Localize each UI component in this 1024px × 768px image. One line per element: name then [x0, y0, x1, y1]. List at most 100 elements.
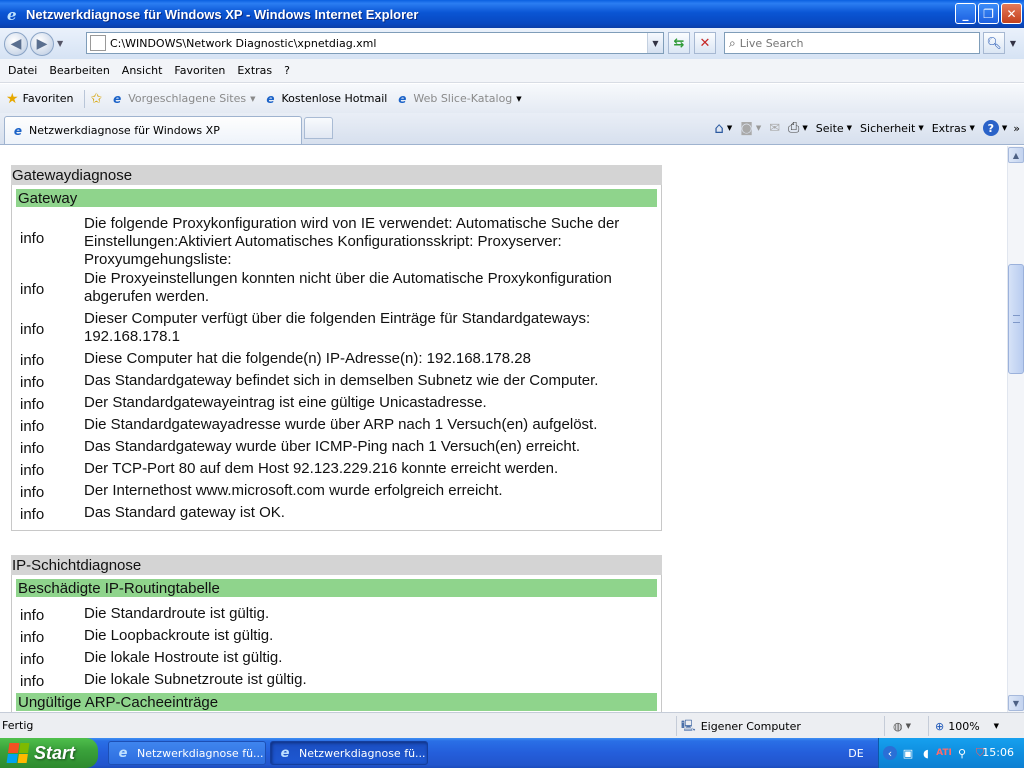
section-body: Gateway info Die folgende Proxykonfigura… [11, 185, 662, 531]
search-options-dropdown[interactable]: ▼ [1007, 32, 1019, 54]
menu-bar: Datei Bearbeiten Ansicht Favoriten Extra… [0, 59, 1024, 83]
row-message: Die Standardroute ist gültig. [84, 605, 270, 622]
menu-file[interactable]: Datei [0, 64, 43, 77]
address-dropdown-button[interactable]: ▼ [647, 33, 663, 53]
fav-link-web-slice[interactable]: e Web Slice-Katalog ▼ [391, 92, 525, 106]
page-icon [90, 35, 106, 51]
row-level: info [20, 396, 45, 413]
row-level: info [20, 629, 45, 646]
security-menu[interactable]: Sicherheit ▼ [860, 122, 924, 135]
home-button[interactable]: ⌂ ▼ [714, 119, 732, 137]
table-row: info Der Standardgatewayeintrag ist eine… [16, 394, 657, 416]
print-button[interactable]: ⎙ ▼ [788, 120, 808, 136]
search-button[interactable]: 🔍︎ [983, 32, 1005, 54]
help-icon: ? [982, 120, 999, 136]
menu-favorites[interactable]: Favoriten [168, 64, 231, 77]
row-level: info [20, 230, 45, 247]
row-level: info [20, 440, 45, 457]
fav-link-suggested-sites[interactable]: e Vorgeschlagene Sites ▼ [106, 92, 259, 106]
menu-edit[interactable]: Bearbeiten [43, 64, 115, 77]
row-message: Die lokale Subnetzroute ist gültig. [84, 671, 307, 688]
minimize-button[interactable]: _ [955, 3, 976, 24]
favorites-button[interactable]: ★ Favoriten [0, 91, 80, 107]
chevron-down-icon: ▼ [755, 124, 762, 132]
vertical-scrollbar[interactable]: ▲ ▼ [1007, 146, 1024, 712]
clock[interactable]: 15:06 [982, 746, 1014, 759]
read-mail-button[interactable]: ✉ [769, 121, 780, 136]
divider [83, 89, 85, 108]
window-title: Netzwerkdiagnose für Windows XP - Window… [26, 6, 419, 22]
star-icon: ★ [6, 90, 19, 107]
forward-button[interactable]: ▶ [30, 31, 54, 56]
chevron-down-icon: ▼ [516, 94, 522, 103]
start-button[interactable]: Start [0, 738, 98, 768]
close-button[interactable]: ✕ [1001, 3, 1022, 24]
row-level: info [20, 281, 45, 298]
more-commands-chevron[interactable]: » [1013, 122, 1020, 135]
row-level: info [20, 484, 45, 501]
refresh-icon: ⇆ [673, 35, 685, 51]
refresh-button[interactable]: ⇆ [668, 32, 690, 54]
row-message: Die Proxyeinstellungen konnten nicht übe… [84, 270, 612, 305]
scroll-down-button[interactable]: ▼ [1008, 695, 1024, 711]
tray-expand-icon[interactable]: ‹ [883, 746, 897, 760]
taskbar-item-label: Netzwerkdiagnose fü... [137, 746, 264, 760]
menu-view[interactable]: Ansicht [116, 64, 169, 77]
search-input[interactable] [739, 36, 960, 50]
page-menu[interactable]: Seite ▼ [816, 122, 852, 135]
taskbar-item[interactable]: e Netzwerkdiagnose fü... [108, 741, 266, 765]
maximize-button[interactable]: ❐ [978, 3, 999, 24]
address-field[interactable]: C:\WINDOWS\Network Diagnostic\xpnetdiag.… [86, 32, 664, 54]
ie-page-icon: e [266, 91, 275, 106]
taskbar-item-active[interactable]: e Netzwerkdiagnose fü... [270, 741, 428, 765]
row-message: Die Standardgatewayadresse wurde über AR… [84, 416, 598, 433]
security-zone[interactable]: 🖳 Eigener Computer [676, 716, 882, 736]
menu-help[interactable]: ? [278, 64, 296, 77]
zoom-control[interactable]: ⊕ 100% ▼ [928, 716, 1008, 736]
stop-button[interactable]: ✕ [694, 32, 716, 54]
row-message: Dieser Computer verfügt über die folgend… [84, 310, 591, 345]
row-message: Das Standardgateway befindet sich in dem… [84, 372, 599, 389]
scroll-thumb[interactable] [1008, 264, 1024, 374]
command-bar: ⌂ ▼ ◙ ▼ ✉ ⎙ ▼ Seite ▼ Sicherheit ▼ Extra… [706, 116, 1020, 140]
fav-link-hotmail[interactable]: e Kostenlose Hotmail [260, 92, 392, 106]
search-box[interactable]: ⌕ [724, 32, 980, 54]
network-icon[interactable]: ▣ [901, 746, 915, 760]
address-url[interactable]: C:\WINDOWS\Network Diagnostic\xpnetdiag.… [110, 37, 376, 50]
recent-pages-dropdown[interactable]: ▼ [57, 39, 67, 48]
new-tab-button[interactable] [304, 117, 333, 139]
window-title-bar[interactable]: e Netzwerkdiagnose für Windows XP - Wind… [0, 0, 1024, 28]
home-icon: ⌂ [714, 119, 724, 137]
table-row: info Die Loopbackroute ist gültig. [16, 627, 657, 649]
language-indicator[interactable]: DE [838, 738, 874, 768]
result-list: info Die Standardroute ist gültig. info … [16, 597, 657, 693]
section-ip-layer-diagnosis: IP-Schichtdiagnose Beschädigte IP-Routin… [11, 555, 662, 712]
feeds-button[interactable]: ◙ ▼ [740, 121, 761, 136]
volume-icon[interactable]: ◖ [919, 746, 933, 760]
tab-active[interactable]: e Netzwerkdiagnose für Windows XP [4, 116, 302, 144]
security-menu-label: Sicherheit [860, 121, 916, 135]
help-menu[interactable]: ? ▼ [982, 120, 1007, 136]
back-button[interactable]: ◀ [4, 31, 28, 56]
windows-logo-icon [6, 743, 30, 763]
ie-icon: e [4, 5, 22, 23]
row-message: Der Internethost www.microsoft.com wurde… [84, 482, 503, 499]
menu-tools[interactable]: Extras [231, 64, 278, 77]
table-row: info Die folgende Proxykonfiguration wir… [16, 215, 657, 268]
protected-mode-indicator[interactable]: ◍ ▼ [884, 716, 928, 736]
row-message: Die lokale Hostroute ist gültig. [84, 649, 283, 666]
table-row: info Das Standardgateway wurde über ICMP… [16, 438, 657, 460]
add-to-favorites-bar-icon[interactable]: ✩ [91, 91, 103, 107]
table-row: info Diese Computer hat die folgende(n) … [16, 350, 657, 372]
scroll-up-button[interactable]: ▲ [1008, 147, 1024, 163]
row-level: info [20, 321, 45, 338]
table-row: info Das Standard gateway ist OK. [16, 504, 657, 526]
group-title: Ungültige ARP-Cacheeinträge [16, 693, 657, 711]
zoom-icon: ⊕ [935, 719, 945, 733]
tools-menu[interactable]: Extras ▼ [932, 122, 975, 135]
tab-strip: e Netzwerkdiagnose für Windows XP ⌂ ▼ ◙ … [0, 113, 1024, 145]
chevron-down-icon: ▼ [802, 124, 808, 132]
pin-icon[interactable]: ⚲ [955, 746, 969, 760]
ati-icon[interactable]: ATI [936, 746, 952, 760]
table-row: info Die lokale Subnetzroute ist gültig. [16, 671, 657, 693]
